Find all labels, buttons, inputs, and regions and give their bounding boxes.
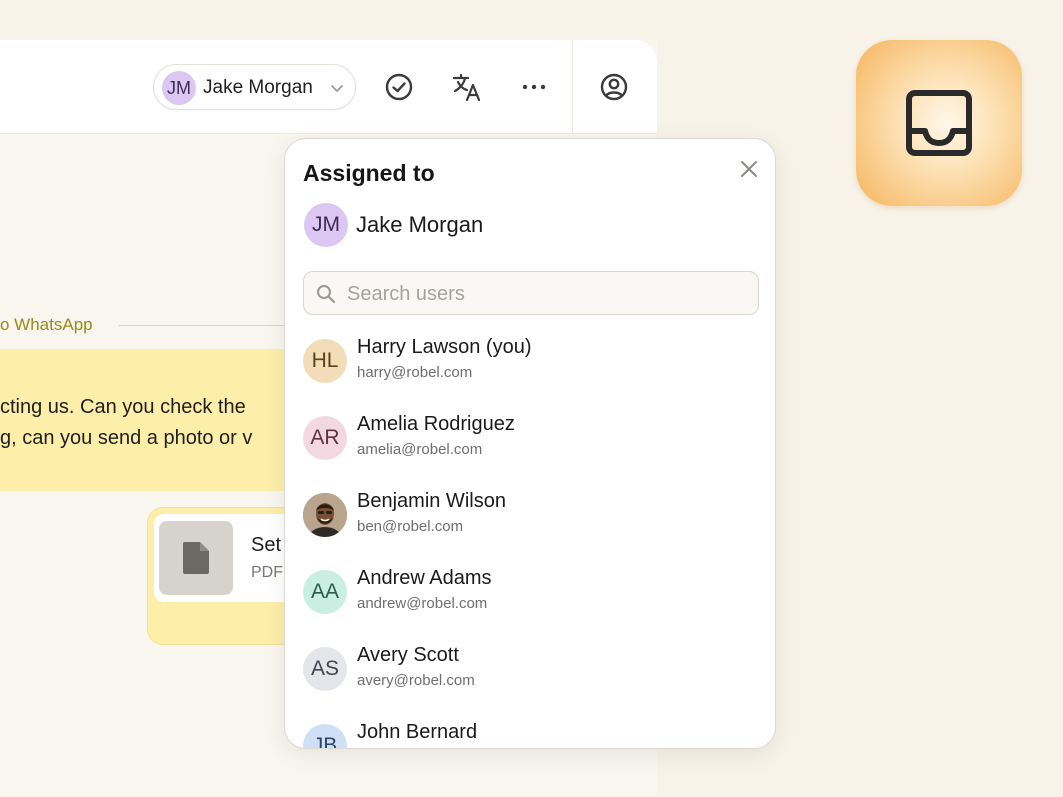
attachment-card[interactable]: Set PDF [154,514,294,602]
user-name: Andrew Adams [357,567,492,589]
inbox-tray-icon [906,90,972,156]
message-line: g, can you send a photo or v [0,427,253,449]
user-name: John Bernard [357,721,478,743]
chevron-down-icon [331,85,343,92]
user-name: Avery Scott [357,644,459,666]
user-email: andrew@robel.com [357,595,488,612]
file-icon [183,542,209,574]
channel-label: o WhatsApp [0,315,93,334]
inbox-app-tile [856,40,1022,206]
user-list-item[interactable]: AR Amelia Rodriguez amelia@robel.com [285,408,775,478]
avatar-photo [303,493,347,537]
search-icon [317,285,336,304]
avatar: AR [303,416,347,460]
assignee-name: Jake Morgan [203,77,313,98]
translate-icon[interactable] [451,70,483,104]
avatar: AA [303,570,347,614]
user-email: harry@robel.com [357,364,473,381]
check-circle-icon[interactable] [383,70,415,104]
avatar: JB [303,724,347,748]
search-input[interactable] [347,280,747,308]
assign-popup: Assigned to JM Jake Morgan HL Harry Lawso… [284,138,776,749]
user-list-item[interactable]: JB John Bernard [285,716,775,748]
user-name: Amelia Rodriguez [357,413,515,435]
toolbar-divider [572,40,573,134]
file-thumbnail [159,521,233,595]
avatar: AS [303,647,347,691]
more-icon[interactable] [518,70,550,104]
user-name: Harry Lawson (you) [357,336,532,358]
user-list-item[interactable]: AA Andrew Adams andrew@robel.com [285,562,775,632]
user-name: Benjamin Wilson [357,490,506,512]
popup-title: Assigned to [303,160,435,186]
search-field[interactable] [303,271,759,315]
current-assignee-name: Jake Morgan [356,212,484,237]
channel-divider [119,325,289,326]
user-email: ben@robel.com [357,518,464,535]
avatar: JM [304,203,348,247]
user-circle-icon[interactable] [598,70,630,104]
avatar: JM [162,71,196,105]
file-type: PDF [251,564,283,581]
user-list-item[interactable]: HL Harry Lawson (you) harry@robel.com [285,331,775,401]
message-line: cting us. Can you check the [0,396,246,418]
user-list-item[interactable]: AS Avery Scott avery@robel.com [285,639,775,709]
close-icon[interactable] [737,157,761,181]
user-email: avery@robel.com [357,672,475,689]
assignee-dropdown[interactable]: JM Jake Morgan [153,64,356,110]
user-email: amelia@robel.com [357,441,483,458]
message-bubble: cting us. Can you check the g, can you s… [0,349,300,491]
avatar: HL [303,339,347,383]
user-list-item[interactable]: Benjamin Wilson ben@robel.com [285,485,775,555]
file-name: Set [251,534,282,556]
